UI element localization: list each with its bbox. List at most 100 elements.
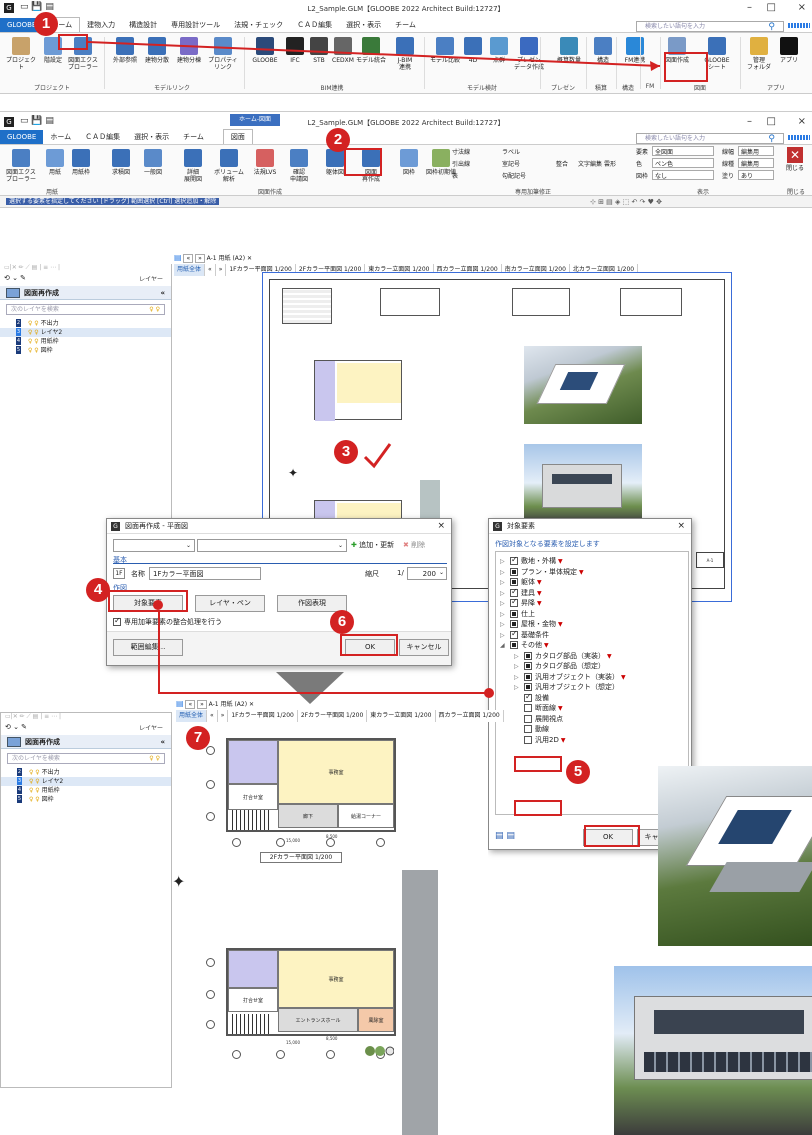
list-view-icon[interactable]: ▤ ▤: [495, 831, 515, 841]
tree-item[interactable]: ▷ 仕上: [500, 609, 684, 620]
tree-item[interactable]: 展開視点: [500, 714, 684, 725]
tree-item[interactable]: 動線: [500, 724, 684, 735]
drawing-tab-2[interactable]: 2Fカラー平面図 1/200: [297, 710, 368, 722]
layer-row[interactable]: 5 ♀ ♀ 図枠: [0, 346, 171, 355]
tab-nav-icon[interactable]: »: [217, 710, 229, 722]
tree-item[interactable]: ▷ 躯体 ▼: [500, 577, 684, 588]
tree-item[interactable]: ▷建具▼: [500, 587, 684, 599]
tab-nav-icon[interactable]: «: [205, 264, 216, 276]
sheet-tab[interactable]: A-1 用紙 (A2): [207, 255, 245, 262]
tab-nav-icon[interactable]: »: [215, 264, 227, 276]
nav-prev[interactable]: «: [185, 700, 196, 709]
tree-item[interactable]: ▷ カタログ部品（想定）: [500, 661, 684, 672]
consistency-checkbox[interactable]: 専用加筆要素の整合処理を行う: [113, 616, 222, 627]
tree-item[interactable]: ▷敷地・外構▼: [500, 555, 684, 567]
tree-item[interactable]: ▷ プラン・単体規定 ▼: [500, 567, 684, 578]
bulb-icon[interactable]: ♀ ♀: [29, 778, 42, 785]
bulb-icon[interactable]: ♀ ♀: [29, 769, 42, 776]
tab-nav-icon[interactable]: «: [207, 710, 218, 722]
drawing-tab-3[interactable]: 東カラー立面図 1/200: [367, 710, 436, 722]
checkbox-partial[interactable]: [510, 609, 518, 618]
cancel-button[interactable]: キャンセル: [399, 639, 449, 656]
checkbox-unchecked[interactable]: [524, 704, 532, 712]
bulb-icon[interactable]: ♀ ♀: [149, 754, 160, 764]
checkbox-checked[interactable]: [510, 555, 518, 566]
tree-item[interactable]: ▷ カタログ部品（実装） ▼: [500, 651, 684, 662]
drawing-tab-0[interactable]: 用紙全体: [176, 710, 208, 722]
orbit-icon[interactable]: ⟲ ⌄ ✎: [5, 723, 27, 731]
sheet-tab[interactable]: A-1 用紙 (A2): [209, 701, 247, 708]
panel-toolbar-icons[interactable]: ▭|✕ ✏ ⟋ ▤ | ≡ ⋯ |: [1, 713, 171, 723]
preset-select[interactable]: ⌄: [113, 539, 195, 552]
drawing-tab-1[interactable]: 1Fカラー平面図 1/200: [228, 710, 298, 722]
sheet-icon[interactable]: ▤: [174, 253, 182, 262]
layer-pen-button[interactable]: レイヤ・ペン: [195, 595, 265, 612]
tree-item[interactable]: 断面線 ▼: [500, 703, 684, 714]
checkbox-checked[interactable]: [524, 692, 532, 702]
tree-item[interactable]: ▷ 汎用オブジェクト（実装） ▼: [500, 672, 684, 683]
checkbox-checked[interactable]: [510, 597, 518, 608]
bulb-icon[interactable]: ♀ ♀: [28, 320, 41, 327]
tree-item[interactable]: 汎用2D ▼: [500, 735, 684, 746]
checkbox-partial[interactable]: [524, 651, 532, 660]
layer-search-input[interactable]: 次のレイヤを検索 ♀ ♀: [6, 304, 165, 315]
preset-name-select[interactable]: ⌄: [197, 539, 347, 552]
connector-dot-start: [153, 600, 163, 610]
tree-item-label: 仕上: [521, 609, 535, 618]
add-update-button[interactable]: ✚ 追加・更新: [351, 540, 394, 550]
checkbox-checked[interactable]: [510, 587, 518, 597]
checkbox-partial[interactable]: [510, 567, 518, 576]
name-field[interactable]: 1Fカラー平面図: [149, 567, 261, 580]
layer-row[interactable]: 2 ♀ ♀ 不出力: [0, 319, 171, 328]
bulb-icon[interactable]: ♀ ♀: [28, 338, 41, 345]
bulb-icon[interactable]: ♀ ♀: [149, 305, 160, 315]
checkbox-unchecked[interactable]: [524, 735, 532, 744]
nav-next[interactable]: »: [195, 254, 205, 263]
drawing-tab-4[interactable]: 西カラー立面図 1/200: [435, 710, 504, 722]
orbit-icon[interactable]: ⟲ ⌄ ✎: [4, 274, 26, 282]
nav-next[interactable]: »: [197, 700, 207, 709]
tree-item[interactable]: ◢ その他 ▼: [500, 640, 684, 651]
sheet-close-icon[interactable]: ✕: [247, 255, 252, 262]
dialog-close-icon[interactable]: ×: [677, 519, 685, 534]
expression-button[interactable]: 作図表現: [277, 595, 347, 612]
tree-item[interactable]: ▷昇降▼: [500, 597, 684, 609]
layer-mode[interactable]: レイヤー: [139, 274, 163, 283]
tree-item[interactable]: ▷ 屋根・金物 ▼: [500, 619, 684, 630]
tree-item[interactable]: ▷基礎条件: [500, 629, 684, 641]
collapse-icon[interactable]: «: [160, 735, 165, 749]
checkbox-partial[interactable]: [524, 683, 532, 691]
drawing-tab-0[interactable]: 用紙全体: [174, 264, 206, 276]
bulb-icon[interactable]: ♀ ♀: [29, 787, 42, 794]
collapse-icon[interactable]: «: [160, 286, 165, 300]
sheet-icon[interactable]: ▤: [176, 699, 184, 708]
layer-row[interactable]: 4 ♀ ♀ 用紙枠: [0, 337, 171, 346]
delete-button[interactable]: ✖ 削除: [403, 540, 425, 550]
layer-mode[interactable]: レイヤー: [139, 723, 163, 732]
layer-row[interactable]: 3 ♀ ♀ レイヤ2: [1, 777, 171, 786]
layer-row[interactable]: 3 ♀ ♀ レイヤ2: [0, 328, 171, 337]
checkbox-checked[interactable]: [510, 629, 518, 639]
checkbox-partial[interactable]: [524, 662, 532, 670]
bulb-icon[interactable]: ♀ ♀: [29, 796, 42, 803]
checkbox-unchecked[interactable]: [524, 714, 532, 723]
range-edit-button[interactable]: 範囲編集...: [113, 639, 183, 656]
drawing-canvas-bottom[interactable]: 打合せ室 事務室 廊下 給湯コーナー 15,000 8,500 2Fカラー平面図…: [172, 722, 488, 1135]
layer-row[interactable]: 5 ♀ ♀ 図枠: [1, 795, 171, 804]
dialog-close-icon[interactable]: ×: [437, 519, 445, 534]
tree-item[interactable]: 設備: [500, 692, 684, 704]
layer-number: 5: [17, 795, 22, 803]
sheet-close-icon[interactable]: ✕: [249, 701, 254, 708]
checkbox-partial[interactable]: [510, 641, 518, 649]
checkbox-partial[interactable]: [524, 672, 532, 681]
checkbox-unchecked[interactable]: [524, 725, 532, 733]
bulb-icon[interactable]: ♀ ♀: [28, 329, 41, 336]
checkbox-partial[interactable]: [510, 620, 518, 628]
panel-toolbar-icons[interactable]: ▭|✕ ✏ ⟋ ▤ | ≡ ⋯ |: [0, 264, 171, 274]
checkbox-partial[interactable]: [510, 578, 518, 586]
nav-prev[interactable]: «: [183, 254, 194, 263]
layer-search-input[interactable]: 次のレイヤを検索 ♀ ♀: [7, 753, 165, 764]
layer-row[interactable]: 2 ♀ ♀ 不出力: [1, 768, 171, 777]
bulb-icon[interactable]: ♀ ♀: [28, 347, 41, 354]
layer-row[interactable]: 4 ♀ ♀ 用紙枠: [1, 786, 171, 795]
